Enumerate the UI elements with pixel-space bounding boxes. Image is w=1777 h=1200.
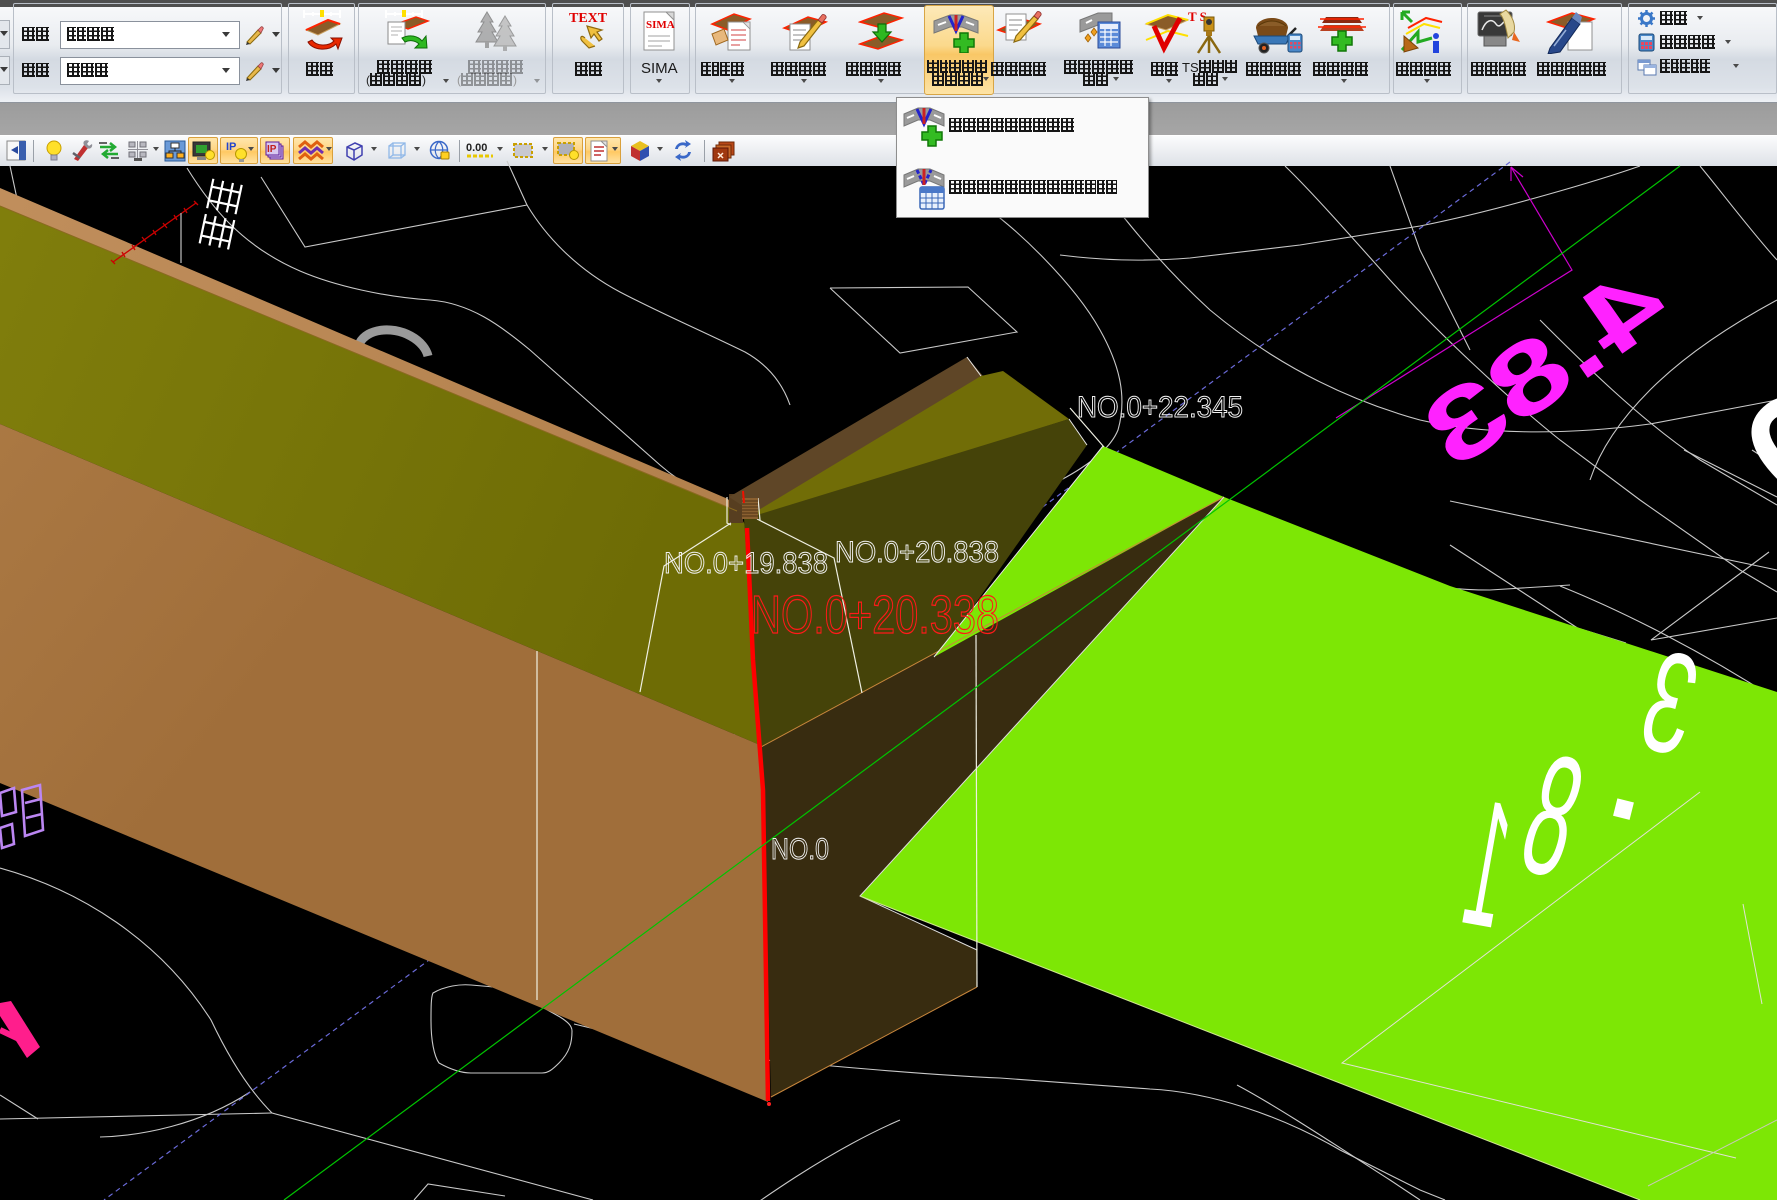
svg-text:NO.0: NO.0 — [771, 833, 829, 866]
svg-text:NO.0+19.838: NO.0+19.838 — [664, 547, 828, 580]
svg-text:NO.0+22.345: NO.0+22.345 — [1077, 391, 1243, 424]
svg-text:NO.0+20.838: NO.0+20.838 — [835, 536, 999, 569]
svg-text:NO.0+20.338: NO.0+20.338 — [751, 585, 999, 645]
